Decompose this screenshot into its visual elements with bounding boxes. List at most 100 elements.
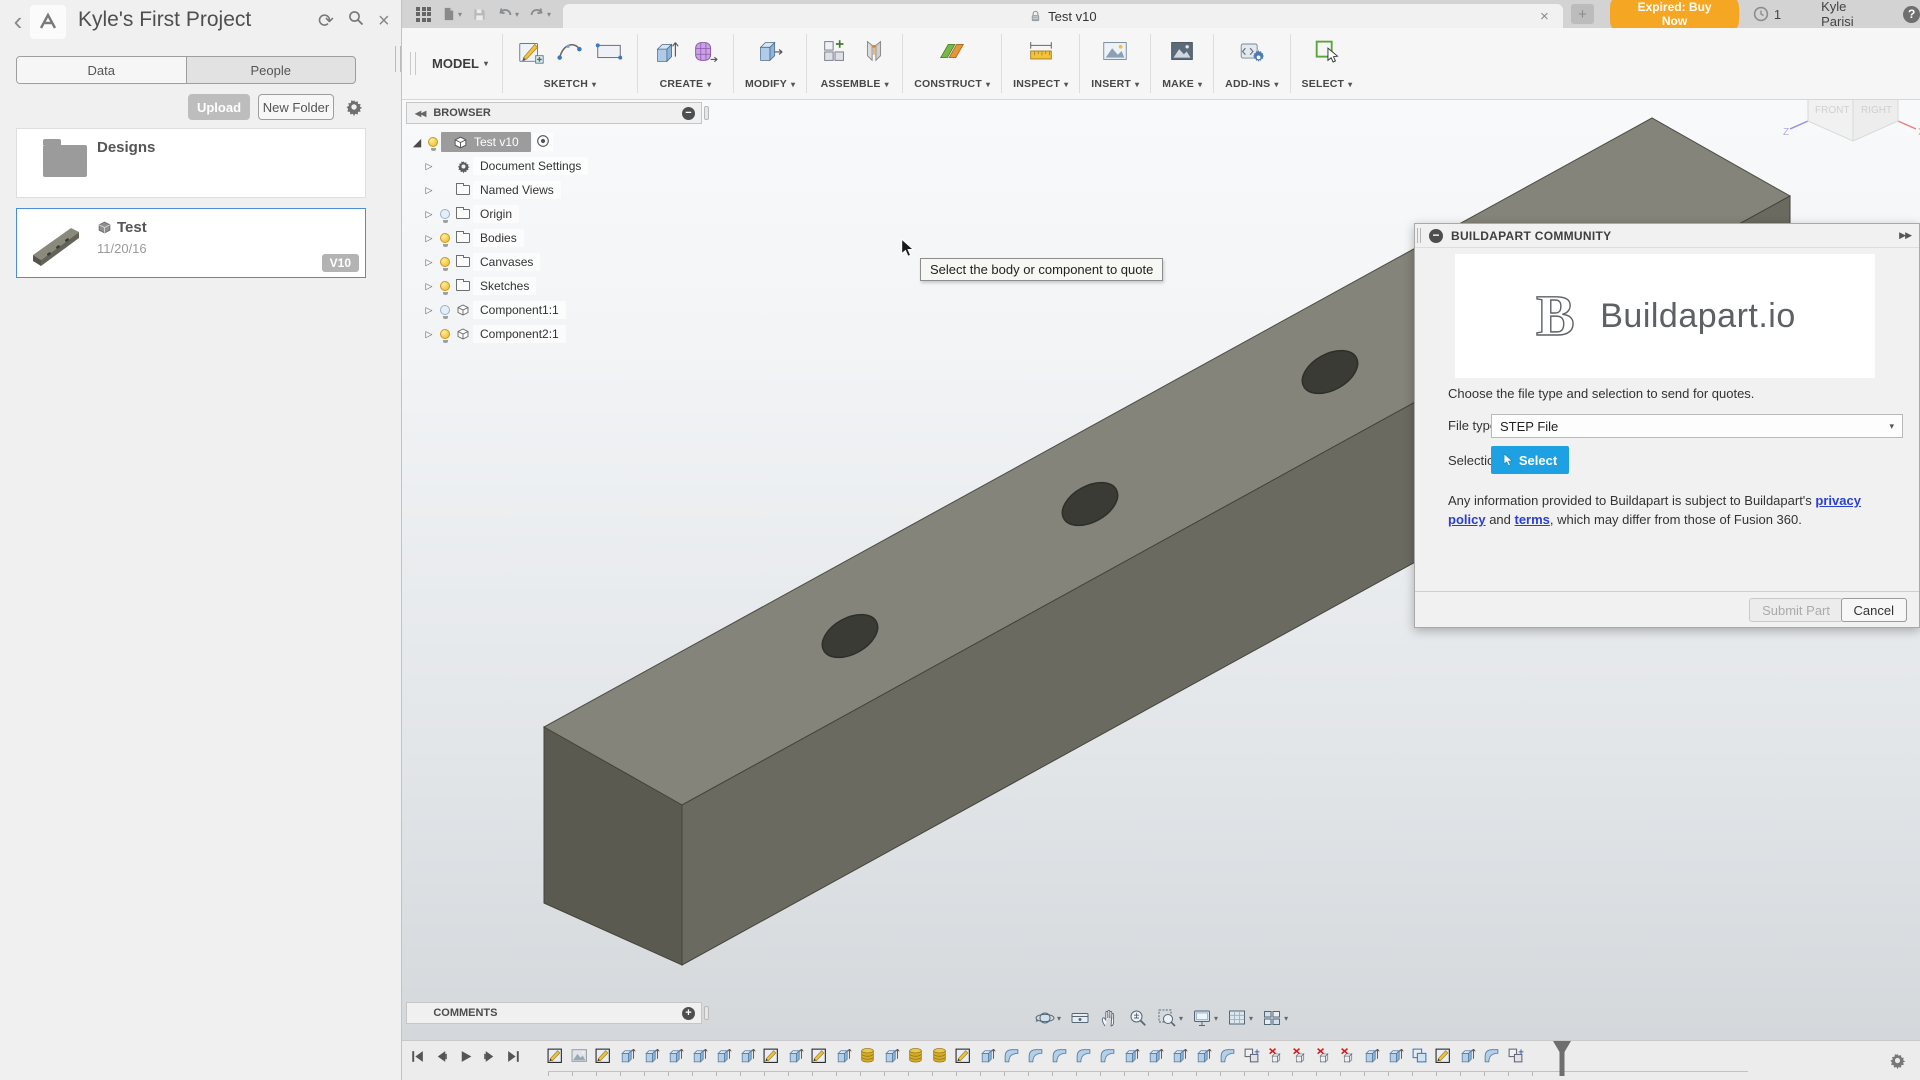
- timeline-op-delete[interactable]: [1266, 1046, 1284, 1064]
- timeline-op-sketch[interactable]: [810, 1046, 828, 1064]
- design-item-test[interactable]: Test 11/20/16 V10: [16, 208, 366, 278]
- minimize-icon[interactable]: −: [682, 107, 695, 120]
- nav-orbit-button[interactable]: ▾: [1032, 1006, 1064, 1030]
- nav-layout-grid-button[interactable]: ▾: [1224, 1006, 1256, 1030]
- palette-handle[interactable]: [704, 1006, 709, 1020]
- timeline-op-extrude[interactable]: [714, 1046, 732, 1064]
- tab-data[interactable]: Data: [17, 57, 187, 83]
- timeline-op-fillet[interactable]: [1218, 1046, 1236, 1064]
- activate-component-radio[interactable]: [533, 133, 553, 151]
- timeline-op-sketch[interactable]: [546, 1046, 564, 1064]
- collapsed-arrow-icon[interactable]: ▷: [422, 185, 436, 196]
- nav-display-settings-button[interactable]: ▾: [1189, 1006, 1221, 1030]
- toolbar-menu-label[interactable]: MODIFY▾: [745, 74, 795, 94]
- timeline-op-delete[interactable]: [1290, 1046, 1308, 1064]
- browser-item-bodies[interactable]: ▷Bodies: [410, 226, 710, 250]
- toolbar-menu-label[interactable]: MAKE▾: [1162, 74, 1202, 94]
- insert-image-icon[interactable]: [1098, 34, 1132, 68]
- workspace-switcher[interactable]: MODEL ▾: [432, 28, 488, 99]
- browser-item-named-views[interactable]: ▷ Named Views: [410, 178, 710, 202]
- submit-part-button[interactable]: Submit Part: [1749, 598, 1843, 622]
- fusion-logo-icon[interactable]: [30, 5, 66, 39]
- timeline-op-thread[interactable]: [906, 1046, 924, 1064]
- timeline-op-extrude[interactable]: [1458, 1046, 1476, 1064]
- browser-item-origin[interactable]: ▷ Origin: [410, 202, 710, 226]
- timeline-op-thread[interactable]: [858, 1046, 876, 1064]
- new-tab-button[interactable]: +: [1571, 4, 1595, 24]
- timeline-op-extrude[interactable]: [1122, 1046, 1140, 1064]
- toolbar-menu-label[interactable]: CONSTRUCT▾: [914, 74, 990, 94]
- extrude-icon[interactable]: [649, 34, 683, 68]
- timeline-op-sketch[interactable]: [762, 1046, 780, 1064]
- timeline-op-component[interactable]: [1506, 1046, 1524, 1064]
- scripts-addins-icon[interactable]: [1235, 34, 1269, 68]
- timeline-op-extrude[interactable]: [1386, 1046, 1404, 1064]
- add-comment-icon[interactable]: +: [682, 1007, 695, 1020]
- browser-item-label[interactable]: Sketches: [473, 277, 536, 295]
- buildapart-header[interactable]: − BUILDAPART COMMUNITY ▶▶: [1415, 224, 1919, 248]
- timeline-settings-gear-icon[interactable]: [1888, 1051, 1907, 1070]
- timeline-op-extrude[interactable]: [786, 1046, 804, 1064]
- toolbar-grip[interactable]: [410, 52, 416, 75]
- toolbar-menu-label[interactable]: INSPECT▾: [1013, 74, 1068, 94]
- help-icon[interactable]: ?: [1903, 6, 1920, 23]
- browser-item-component1-1[interactable]: ▷Component1:1: [410, 298, 710, 322]
- timeline-op-extrude[interactable]: [1146, 1046, 1164, 1064]
- nav-viewports-button[interactable]: ▾: [1259, 1006, 1291, 1030]
- expand-right-icon[interactable]: ▶▶: [1899, 230, 1911, 241]
- timeline-op-extrude[interactable]: [666, 1046, 684, 1064]
- timeline-op-extrude[interactable]: [978, 1046, 996, 1064]
- browser-item-sketches[interactable]: ▷Sketches: [410, 274, 710, 298]
- toolbar-menu-modify[interactable]: MODIFY▾: [734, 28, 806, 99]
- select-body-button[interactable]: Select: [1491, 446, 1569, 474]
- browser-item-label[interactable]: Origin: [473, 205, 519, 223]
- dialog-grip[interactable]: [1417, 228, 1421, 243]
- visibility-bulb-icon[interactable]: [440, 233, 450, 243]
- two-point-rectangle-icon[interactable]: [592, 34, 626, 68]
- timeline-op-extrude[interactable]: [882, 1046, 900, 1064]
- timeline-op-component[interactable]: [1242, 1046, 1260, 1064]
- chevron-down-icon[interactable]: ▾: [1179, 1014, 1183, 1023]
- browser-item-label[interactable]: Canvases: [473, 253, 540, 271]
- panel-resize-grip[interactable]: [395, 46, 401, 72]
- toolbar-menu-construct[interactable]: CONSTRUCT▾: [903, 28, 1001, 99]
- settings-gear-icon[interactable]: [344, 97, 364, 117]
- timeline-skip-start-button[interactable]: [410, 1049, 425, 1064]
- refresh-icon[interactable]: ⟳: [318, 10, 334, 33]
- tab-people[interactable]: People: [187, 57, 356, 83]
- apps-grid-icon[interactable]: [416, 7, 431, 22]
- toolbar-menu-label[interactable]: ADD-INS▾: [1225, 74, 1278, 94]
- make-3d-print-icon[interactable]: [1165, 34, 1199, 68]
- document-tab[interactable]: Test v10 ×: [563, 4, 1563, 28]
- file-type-select[interactable]: STEP File ▾: [1491, 414, 1903, 438]
- visibility-bulb-icon[interactable]: [440, 305, 450, 315]
- visibility-bulb-icon[interactable]: [428, 137, 438, 147]
- nav-zoom-button[interactable]: [1125, 1006, 1151, 1030]
- timeline-play-button[interactable]: [458, 1049, 473, 1064]
- nav-fit-button[interactable]: ▾: [1154, 1006, 1186, 1030]
- timeline-position-marker[interactable]: [1552, 1041, 1572, 1080]
- notifications[interactable]: 1: [1753, 6, 1781, 22]
- chevron-down-icon[interactable]: ▾: [1214, 1014, 1218, 1023]
- timeline-op-extrude[interactable]: [1194, 1046, 1212, 1064]
- timeline-op-extrude[interactable]: [1362, 1046, 1380, 1064]
- collapsed-arrow-icon[interactable]: ▷: [422, 209, 436, 220]
- toolbar-menu-select[interactable]: SELECT▾: [1291, 28, 1364, 99]
- chevron-down-icon[interactable]: ▾: [1249, 1014, 1253, 1023]
- undo-icon[interactable]: ▾: [497, 7, 519, 21]
- file-menu-icon[interactable]: ▾: [441, 6, 462, 22]
- nav-pan-button[interactable]: [1096, 1006, 1122, 1030]
- toolbar-menu-label[interactable]: ASSEMBLE▾: [821, 74, 889, 94]
- browser-item-label[interactable]: Document Settings: [473, 157, 588, 175]
- browser-item-label[interactable]: Named Views: [473, 181, 561, 199]
- timeline-op-extrude[interactable]: [738, 1046, 756, 1064]
- chevron-down-icon[interactable]: ▾: [1057, 1014, 1061, 1023]
- comments-header[interactable]: ◀◀ COMMENTS +: [406, 1002, 702, 1024]
- timeline-op-sketch[interactable]: [1434, 1046, 1452, 1064]
- visibility-bulb-icon[interactable]: [440, 329, 450, 339]
- close-panel-icon[interactable]: ×: [378, 10, 390, 33]
- visibility-bulb-icon[interactable]: [440, 257, 450, 267]
- timeline-op-fillet[interactable]: [1098, 1046, 1116, 1064]
- timeline-op-fillet[interactable]: [1074, 1046, 1092, 1064]
- browser-item-label[interactable]: Bodies: [473, 229, 524, 247]
